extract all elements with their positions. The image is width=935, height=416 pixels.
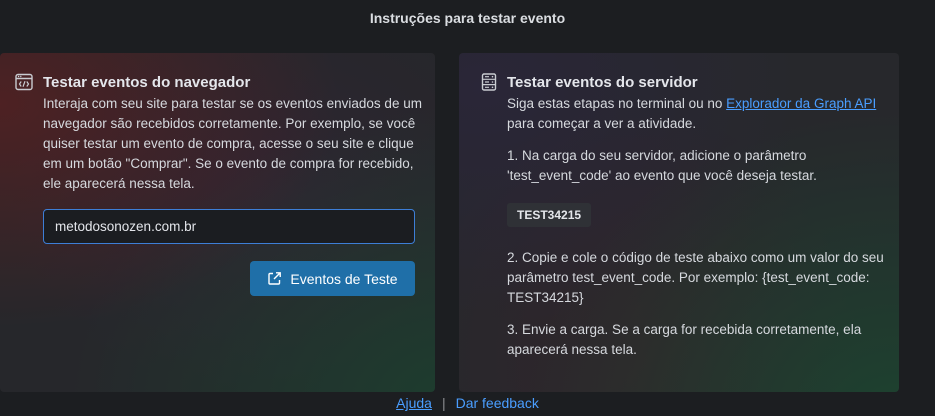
server-intro-text-end: para começar a ver a atividade. (507, 116, 697, 131)
test-event-code-badge: TEST34215 (507, 203, 592, 227)
browser-panel-description: Interaja com seu site para testar se os … (43, 96, 422, 191)
website-url-input[interactable] (43, 209, 415, 244)
page-title: Instruções para testar evento (369, 10, 566, 26)
server-step-3: 3. Envie a carga. Se a carga for recebid… (507, 322, 862, 357)
external-link-icon (268, 272, 282, 285)
browser-panel-heading: Testar eventos do navegador (43, 74, 251, 91)
browser-code-icon (15, 73, 33, 91)
help-link[interactable]: Ajuda (396, 395, 432, 411)
server-panel-intro: Siga estas etapas no terminal ou no Expl… (507, 94, 882, 134)
server-step-1: 1. Na carga do seu servidor, adicione o … (507, 148, 817, 183)
footer: Ajuda | Dar feedback (0, 395, 935, 411)
test-events-button-label: Eventos de Teste (290, 270, 398, 287)
server-panel-heading: Testar eventos do servidor (507, 74, 698, 91)
graph-api-explorer-link[interactable]: Explorador da Graph API (726, 96, 876, 111)
server-icon (481, 73, 497, 91)
footer-separator: | (441, 395, 446, 411)
test-events-button[interactable]: Eventos de Teste (250, 261, 415, 296)
server-intro-text: Siga estas etapas no terminal ou no (507, 96, 727, 111)
feedback-link[interactable]: Dar feedback (456, 395, 539, 411)
test-events-page: Instruções para testar evento Testar eve… (0, 0, 935, 416)
server-events-panel: Testar eventos do servidor Siga estas et… (459, 53, 899, 392)
server-step-2: 2. Copie e cole o código de teste abaixo… (507, 250, 884, 305)
browser-events-panel: Testar eventos do navegador Interaja com… (0, 53, 435, 392)
